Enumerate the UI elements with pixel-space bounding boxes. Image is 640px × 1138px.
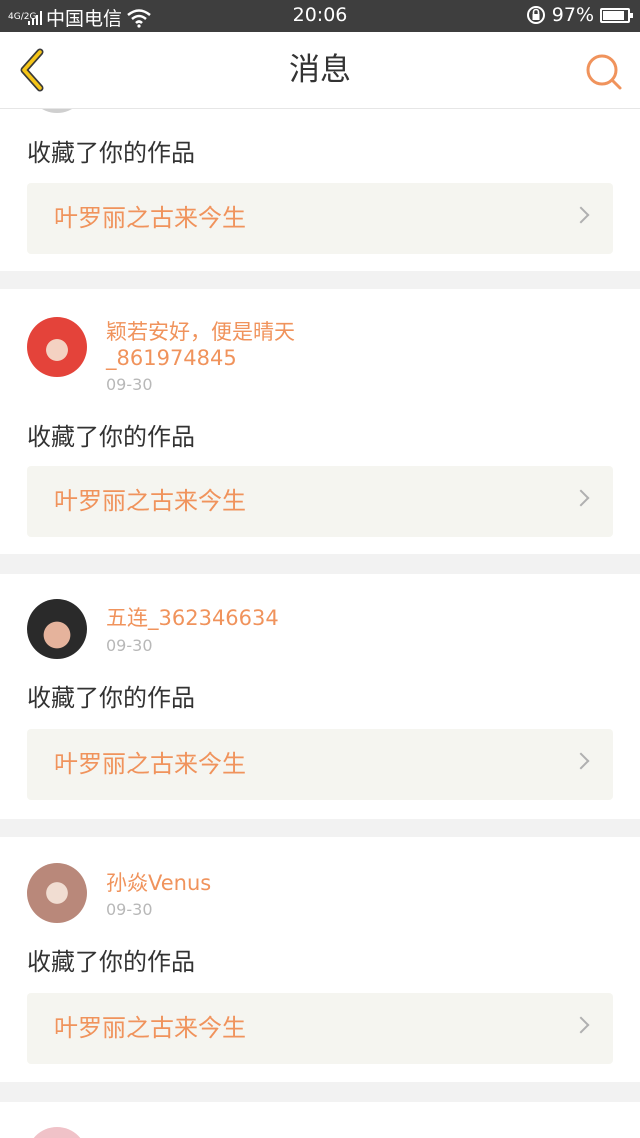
battery-fill [603, 10, 625, 20]
message-date: 09-30 [106, 900, 153, 919]
search-button[interactable] [582, 50, 626, 94]
work-title: 叶罗丽之古来今生 [54, 750, 246, 778]
chevron-right-icon [572, 206, 590, 224]
work-title: 叶罗丽之古来今生 [54, 204, 246, 232]
search-icon [586, 54, 622, 90]
nav-bar: 消息 [0, 32, 640, 109]
message-card: 五连_362346634 09-30 收藏了你的作品 叶罗丽之古来今生 [0, 574, 640, 819]
avatar[interactable] [27, 599, 87, 659]
avatar[interactable] [27, 109, 87, 113]
message-card: 孙焱Venus 09-30 收藏了你的作品 叶罗丽之古来今生 [0, 837, 640, 1082]
battery-icon [600, 7, 633, 23]
message-list[interactable]: 收藏了你的作品 叶罗丽之古来今生 颖若安好，便是晴天_861974845 09-… [0, 109, 640, 1138]
message-card: 颖若安好，便是晴天_861974845 09-30 收藏了你的作品 叶罗丽之古来… [0, 289, 640, 554]
work-title: 叶罗丽之古来今生 [54, 487, 246, 515]
chevron-right-icon [572, 1016, 590, 1034]
message-card [0, 1102, 640, 1138]
page-title: 消息 [289, 52, 351, 88]
message-card: 收藏了你的作品 叶罗丽之古来今生 [0, 109, 640, 271]
work-link[interactable]: 叶罗丽之古来今生 [27, 993, 613, 1064]
user-name[interactable]: 颖若安好，便是晴天_861974845 [106, 319, 306, 371]
message-action: 收藏了你的作品 [27, 423, 195, 451]
user-name[interactable]: 五连_362346634 [106, 605, 406, 631]
chevron-right-icon [572, 752, 590, 770]
avatar[interactable] [27, 1127, 87, 1138]
avatar[interactable] [27, 863, 87, 923]
message-date: 09-30 [106, 636, 153, 655]
avatar[interactable] [27, 317, 87, 377]
message-action: 收藏了你的作品 [27, 139, 195, 167]
battery-percent: 97% [551, 4, 594, 26]
user-name[interactable]: 孙焱Venus [106, 870, 406, 896]
work-title: 叶罗丽之古来今生 [54, 1014, 246, 1042]
status-bar: 4G/2G 中国电信 20:06 97% [0, 0, 640, 32]
work-link[interactable]: 叶罗丽之古来今生 [27, 729, 613, 800]
work-link[interactable]: 叶罗丽之古来今生 [27, 466, 613, 537]
message-action: 收藏了你的作品 [27, 948, 195, 976]
chevron-right-icon [572, 489, 590, 507]
message-action: 收藏了你的作品 [27, 684, 195, 712]
work-link[interactable]: 叶罗丽之古来今生 [27, 183, 613, 254]
rotation-lock-icon [526, 6, 545, 24]
message-date: 09-30 [106, 375, 153, 394]
status-right: 97% [526, 4, 633, 26]
